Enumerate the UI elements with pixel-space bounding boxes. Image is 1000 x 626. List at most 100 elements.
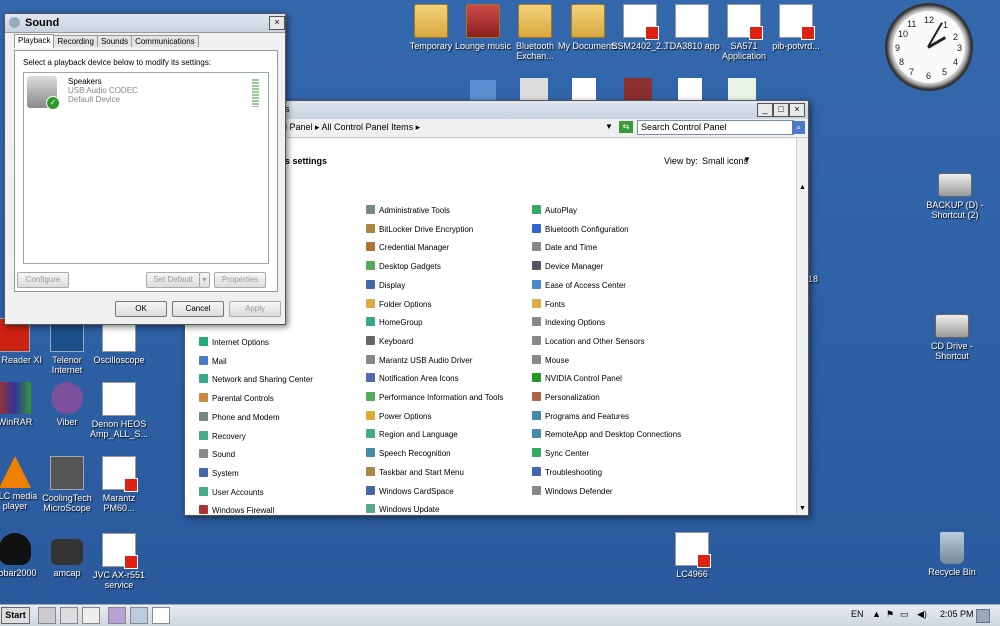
- control-panel-item[interactable]: AutoPlay: [532, 205, 577, 217]
- set-default-button[interactable]: Set Default: [146, 272, 200, 288]
- control-panel-item[interactable]: Marantz USB Audio Driver: [366, 354, 472, 367]
- control-panel-item[interactable]: Sync Center: [532, 448, 589, 460]
- control-panel-item[interactable]: Windows Defender: [532, 485, 613, 498]
- clock-gadget[interactable]: 12 1 2 3 4 5 6 7 8 9 10 11: [885, 3, 973, 91]
- show-desktop-icon[interactable]: [38, 607, 56, 624]
- action-center-icon[interactable]: ⚑: [886, 609, 894, 620]
- control-panel-item[interactable]: System: [199, 467, 239, 480]
- control-panel-item[interactable]: Mail: [199, 355, 227, 368]
- control-panel-item[interactable]: Troubleshooting: [532, 466, 602, 479]
- minimize-button[interactable]: _: [757, 103, 773, 117]
- control-panel-item-icon: [199, 467, 208, 477]
- refresh-icon[interactable]: ⇆: [619, 121, 633, 133]
- control-panel-item[interactable]: Indexing Options: [532, 317, 605, 329]
- search-input[interactable]: Search Control Panel: [637, 120, 794, 135]
- control-panel-item[interactable]: Date and Time: [532, 242, 597, 254]
- control-panel-item[interactable]: Taskbar and Start Menu: [366, 466, 464, 479]
- control-panel-item[interactable]: BitLocker Drive Encryption: [366, 223, 473, 236]
- device-item-speakers[interactable]: ✓ Speakers USB Audio CODEC Default Devic…: [27, 76, 265, 112]
- desktop-icon-backup-shortcut[interactable]: BACKUP (D) - Shortcut (2): [924, 165, 986, 220]
- control-panel-item[interactable]: Personalization: [532, 392, 600, 404]
- control-panel-item[interactable]: User Accounts: [199, 486, 264, 499]
- control-panel-item[interactable]: Network and Sharing Center: [199, 374, 313, 386]
- desktop-icon-lc4966[interactable]: LC4966: [661, 532, 723, 579]
- control-panel-item[interactable]: Desktop Gadgets: [366, 261, 441, 273]
- control-panel-item[interactable]: Windows Firewall: [199, 505, 274, 517]
- properties-button[interactable]: Properties: [214, 272, 266, 288]
- scroll-up-arrow-icon[interactable]: ▲: [797, 182, 808, 193]
- vertical-scrollbar[interactable]: ▲ ▼: [796, 139, 808, 514]
- search-icon[interactable]: ⌕: [792, 121, 805, 134]
- control-panel-item[interactable]: Windows Update: [366, 504, 439, 516]
- taskbar: Start EN ▲ ⚑ ▭ ◀) 2:05 PM: [0, 604, 1000, 626]
- view-by-dropdown[interactable]: Small icons: [702, 156, 748, 166]
- tab-playback[interactable]: Playback: [14, 34, 55, 48]
- device-list[interactable]: ✓ Speakers USB Audio CODEC Default Devic…: [23, 72, 269, 264]
- control-panel-item[interactable]: HomeGroup: [366, 317, 423, 329]
- language-indicator[interactable]: EN: [851, 609, 864, 619]
- volume-icon[interactable]: ◀): [917, 609, 927, 620]
- control-panel-item[interactable]: Location and Other Sensors: [532, 335, 645, 348]
- sound-dialog[interactable]: Sound × Playback Recording Sounds Communica…: [4, 13, 286, 325]
- start-button[interactable]: Start: [1, 607, 30, 624]
- control-panel-item[interactable]: Speech Recognition: [366, 448, 451, 460]
- sound-dialog-titlebar[interactable]: Sound ×: [5, 14, 285, 33]
- control-panel-item[interactable]: Performance Information and Tools: [366, 392, 503, 404]
- control-panel-item[interactable]: Mouse: [532, 354, 569, 367]
- control-panel-item[interactable]: Recovery: [199, 430, 246, 443]
- set-default-dropdown-arrow-icon[interactable]: ▾: [199, 272, 210, 288]
- dropdown-arrow-icon[interactable]: ▼: [605, 122, 613, 131]
- control-panel-item[interactable]: Device Manager: [532, 261, 603, 273]
- breadcrumb[interactable]: l Panel ▸ All Control Panel Items ▸: [285, 122, 420, 133]
- control-panel-item[interactable]: Folder Options: [366, 298, 431, 311]
- desktop-icon-oscilloscope[interactable]: Oscilloscope: [88, 318, 150, 365]
- sound-taskbar-icon[interactable]: [152, 607, 170, 624]
- control-panel-item[interactable]: Region and Language: [366, 429, 458, 441]
- desktop-icon-cd-drive[interactable]: CD Drive - Shortcut: [921, 306, 983, 361]
- viber-icon[interactable]: [108, 607, 126, 624]
- desktop-icon-recycle-bin[interactable]: Recycle Bin: [921, 532, 983, 577]
- control-panel-item[interactable]: Parental Controls: [199, 393, 274, 405]
- system-clock[interactable]: 2:05 PM: [940, 609, 974, 619]
- control-panel-item[interactable]: RemoteApp and Desktop Connections: [532, 429, 681, 441]
- desktop-icon-marantz-pm60[interactable]: Marantz PM60...: [88, 456, 150, 513]
- chrome-icon[interactable]: [82, 607, 100, 624]
- control-panel-item[interactable]: Phone and Modem: [199, 411, 280, 424]
- control-panel-taskbar-icon[interactable]: [130, 607, 148, 624]
- control-panel-item[interactable]: Keyboard: [366, 335, 413, 348]
- control-panel-item[interactable]: Bluetooth Configuration: [532, 223, 629, 236]
- cancel-button[interactable]: Cancel: [172, 301, 224, 317]
- device-driver: USB Audio CODEC: [68, 86, 138, 95]
- close-button[interactable]: ×: [789, 103, 805, 117]
- control-panel-item[interactable]: Credential Manager: [366, 242, 449, 254]
- desktop-icon-denon-heos[interactable]: Denon HEOS Amp_ALL_S...: [88, 382, 150, 439]
- desktop-icon-pib-potvrd[interactable]: pib-potvrd...: [765, 4, 827, 51]
- close-button[interactable]: ×: [269, 16, 285, 30]
- control-panel-item[interactable]: Administrative Tools: [366, 205, 450, 217]
- chevron-down-icon[interactable]: ▼: [743, 155, 751, 164]
- ok-button[interactable]: OK: [115, 301, 167, 317]
- control-panel-item[interactable]: NVIDIA Control Panel: [532, 373, 622, 385]
- show-hidden-icons-icon[interactable]: ▲: [872, 609, 881, 619]
- control-panel-item[interactable]: Fonts: [532, 298, 565, 311]
- control-panel-item[interactable]: Ease of Access Center: [532, 279, 626, 292]
- scroll-down-arrow-icon[interactable]: ▼: [797, 503, 808, 514]
- tab-sounds[interactable]: Sounds: [96, 35, 133, 47]
- control-panel-item[interactable]: Notification Area Icons: [366, 373, 459, 385]
- control-panel-item[interactable]: Power Options: [366, 410, 431, 423]
- apply-button[interactable]: Apply: [229, 301, 281, 317]
- control-panel-item[interactable]: Display: [366, 279, 405, 292]
- show-desktop-button[interactable]: [976, 609, 990, 623]
- maximize-button[interactable]: □: [773, 103, 789, 117]
- control-panel-item[interactable]: Sound: [199, 449, 235, 461]
- configure-button[interactable]: Configure: [17, 272, 69, 288]
- network-icon[interactable]: ▭: [900, 609, 909, 620]
- tab-recording[interactable]: Recording: [53, 35, 98, 47]
- tab-communications[interactable]: Communications: [131, 35, 199, 47]
- control-panel-item[interactable]: Programs and Features: [532, 410, 629, 423]
- desktop-icon-jvc-service[interactable]: JVC AX-r551 service: [88, 533, 150, 590]
- control-panel-item-label: Network and Sharing Center: [212, 375, 313, 385]
- control-panel-item[interactable]: Internet Options: [199, 337, 269, 349]
- control-panel-item[interactable]: Windows CardSpace: [366, 485, 454, 498]
- internet-explorer-icon[interactable]: [60, 607, 78, 624]
